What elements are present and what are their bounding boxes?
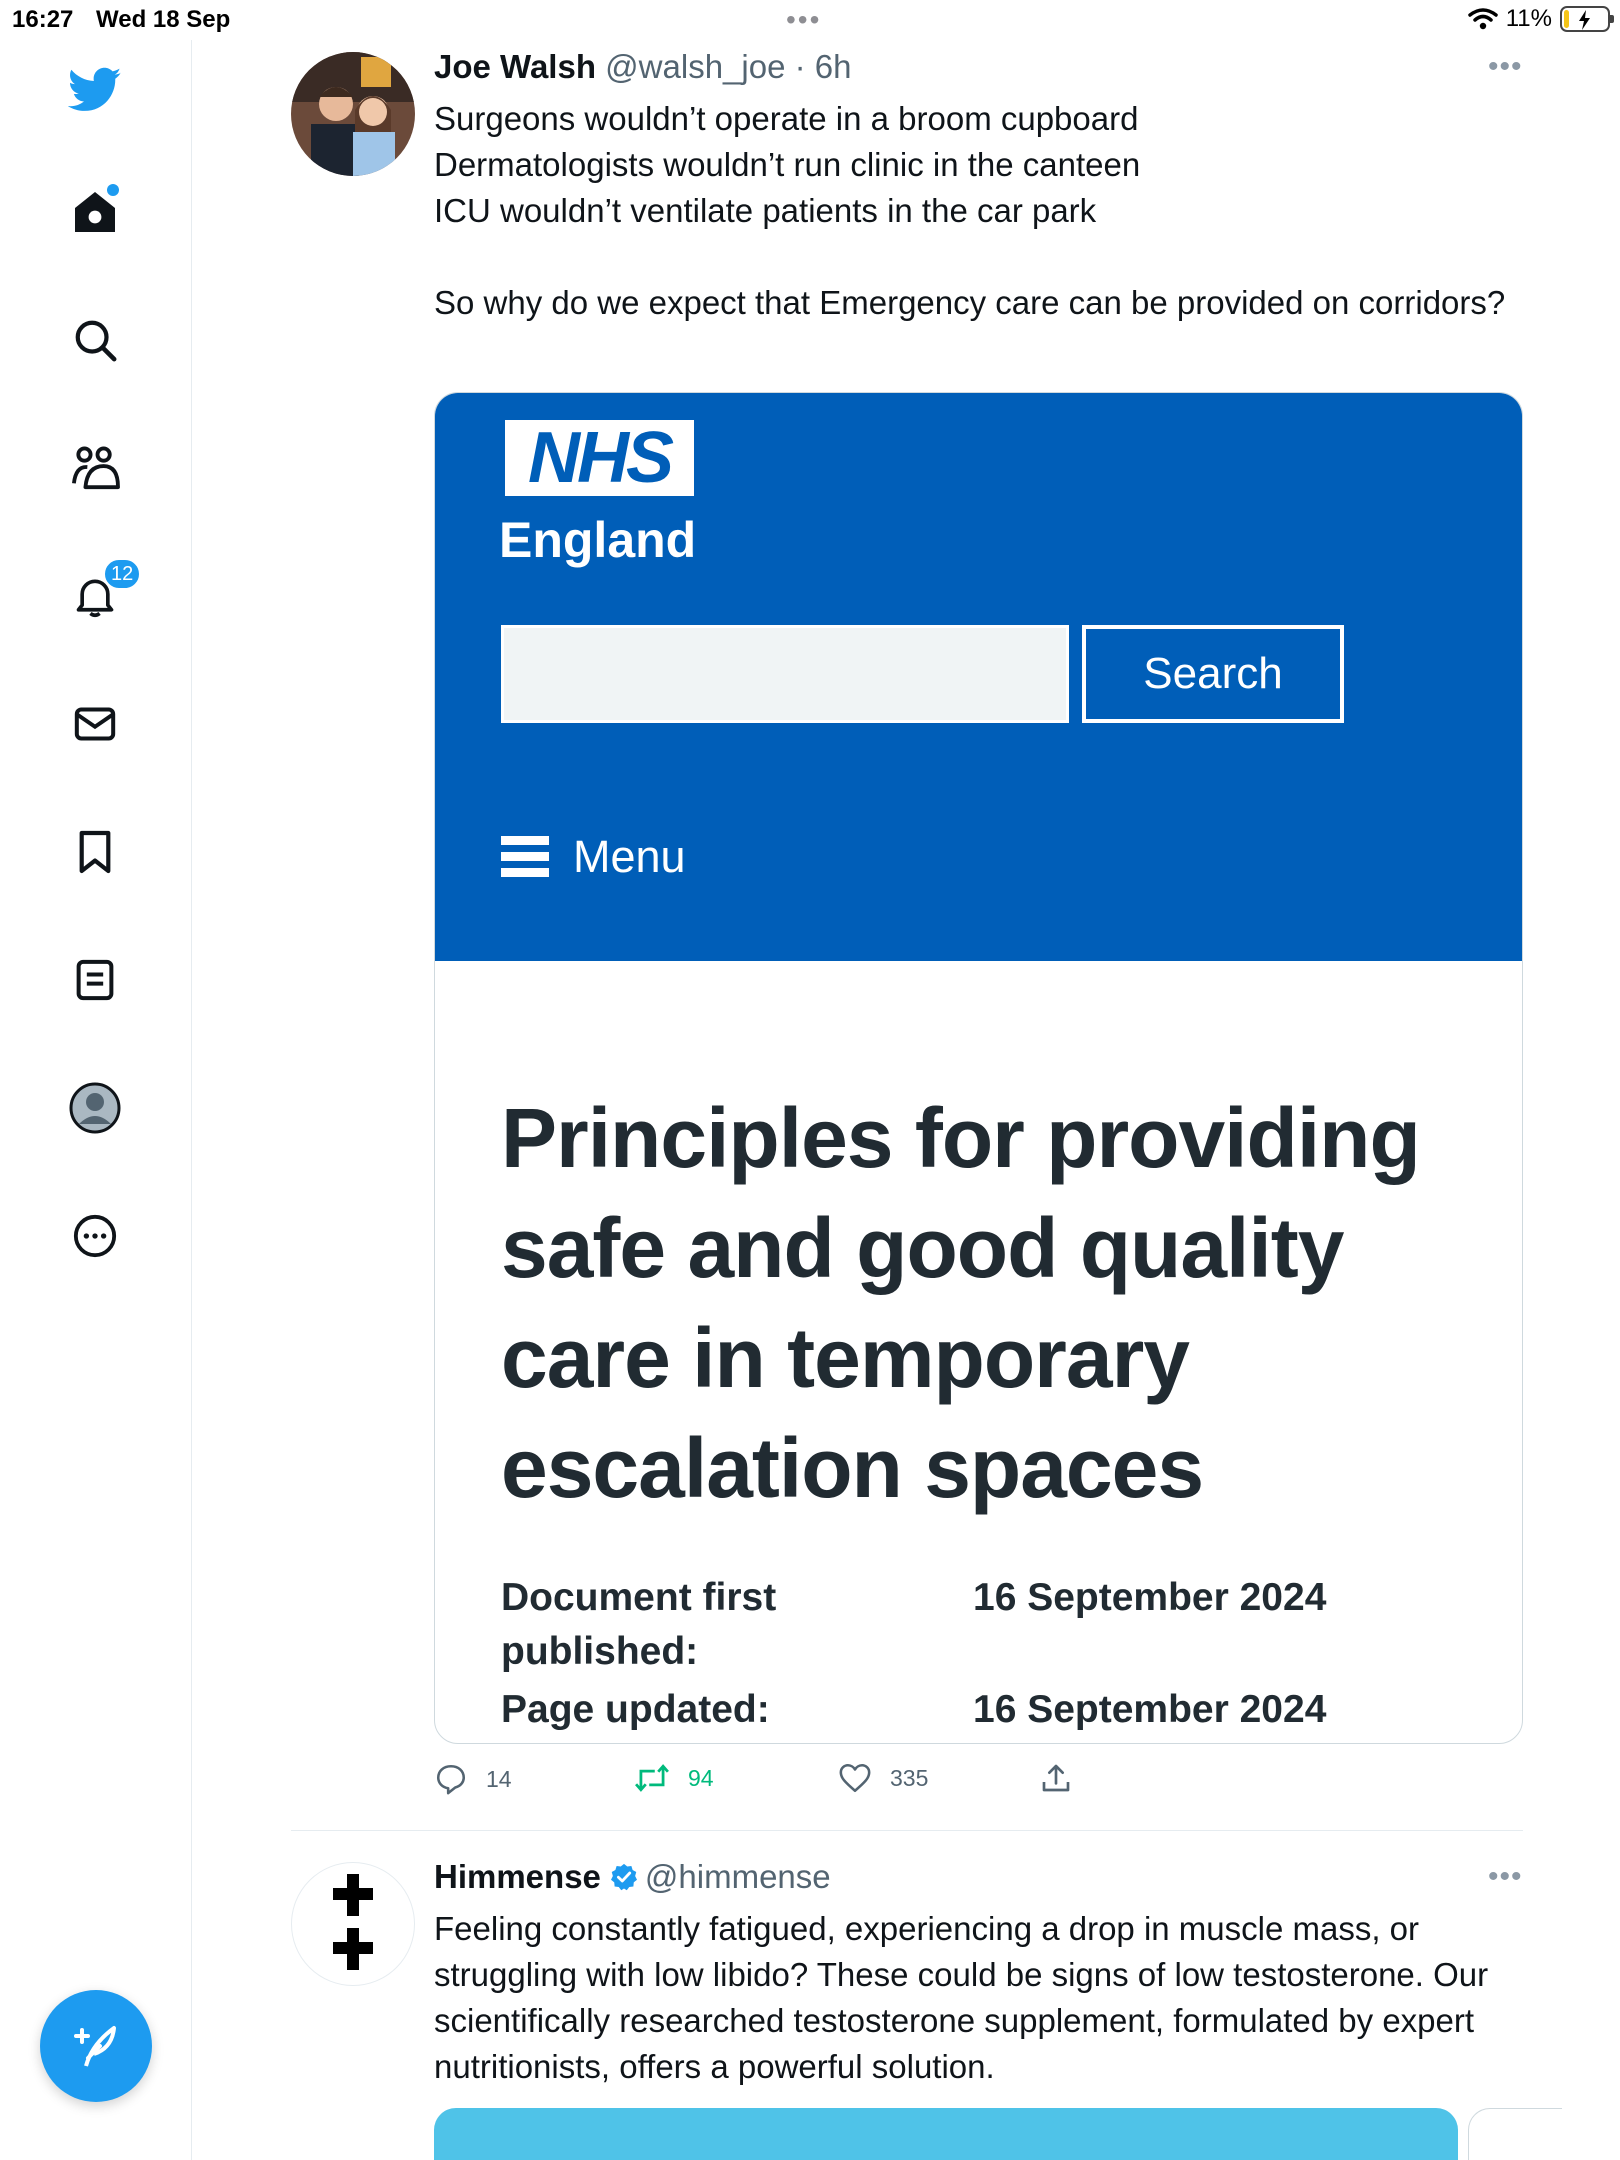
tweet-header: Joe Walsh @walsh_joe · 6h — [434, 48, 851, 86]
tweet-time[interactable]: · 6h — [785, 48, 852, 85]
retweet-icon — [635, 1764, 669, 1792]
sidebar: 12 — [0, 40, 192, 2160]
tweet-actions: 14 94 335 — [434, 1762, 1434, 1802]
bookmark-icon — [79, 830, 111, 874]
reply-count: 14 — [486, 1765, 512, 1792]
author-handle[interactable]: @walsh_joe — [605, 48, 785, 85]
sidebar-item-home[interactable] — [63, 180, 127, 244]
tweet-more-icon[interactable]: ••• — [1488, 50, 1523, 84]
sidebar-item-lists[interactable] — [63, 948, 127, 1012]
notification-count-badge: 12 — [103, 558, 142, 590]
compose-feather-icon — [74, 2026, 116, 2067]
tweet-media[interactable] — [434, 2108, 1458, 2160]
author-name[interactable]: Himmense — [434, 1858, 601, 1895]
search-icon — [75, 320, 117, 362]
meta-label-updated: Page updated: — [501, 1688, 770, 1731]
multitasking-dots-icon[interactable]: ••• — [786, 4, 821, 36]
list-icon — [76, 959, 114, 1001]
himmense-logo-icon — [333, 1874, 373, 1970]
battery-percent: 11% — [1505, 5, 1552, 32]
nhs-org-name: England — [499, 512, 697, 568]
sidebar-item-explore[interactable] — [63, 308, 127, 372]
meta-value-published: 16 September 2024 — [973, 1576, 1327, 1619]
sidebar-item-notifications[interactable]: 12 — [63, 558, 142, 628]
people-icon — [72, 446, 120, 490]
nhs-menu: Menu — [501, 831, 686, 883]
sidebar-item-more[interactable] — [63, 1204, 127, 1268]
heart-icon — [839, 1763, 871, 1793]
sidebar-item-messages[interactable] — [63, 692, 127, 756]
compose-tweet-button[interactable] — [40, 1990, 152, 2102]
image-card[interactable]: NHS England Search Menu Principles for p… — [434, 392, 1523, 1744]
status-bar: 16:27 Wed 18 Sep ••• 11% — [0, 0, 1620, 40]
tweet-media-secondary[interactable] — [1468, 2108, 1562, 2160]
profile-icon — [69, 1082, 121, 1134]
nhs-search-button: Search — [1082, 625, 1344, 723]
avatar[interactable] — [291, 52, 415, 176]
sidebar-item-communities[interactable] — [63, 436, 127, 500]
tweet-header: Himmense @himmense — [434, 1858, 831, 1896]
tweet-divider — [291, 1830, 1523, 1831]
sidebar-item-bookmarks[interactable] — [63, 820, 127, 884]
author-handle[interactable]: @himmense — [645, 1858, 831, 1895]
share-button[interactable] — [1040, 1762, 1072, 1794]
retweet-count: 94 — [688, 1764, 714, 1791]
author-name[interactable]: Joe Walsh — [434, 48, 596, 85]
status-date: Wed 18 Sep — [96, 6, 231, 33]
share-icon — [1042, 1764, 1070, 1792]
nhs-header: NHS England Search Menu — [435, 393, 1522, 961]
nhs-menu-label: Menu — [573, 831, 686, 882]
home-unread-dot — [107, 184, 119, 196]
hamburger-icon — [501, 836, 549, 877]
twitter-logo-icon[interactable] — [63, 58, 127, 122]
tweet-more-icon[interactable]: ••• — [1488, 1860, 1523, 1894]
like-button[interactable]: 335 — [838, 1762, 928, 1794]
verified-badge-icon — [610, 1863, 637, 1891]
retweet-button[interactable]: 94 — [634, 1762, 714, 1794]
status-right: 11% — [1467, 5, 1614, 33]
mail-icon — [74, 707, 116, 741]
battery-icon — [1560, 6, 1614, 32]
sidebar-item-profile[interactable] — [63, 1076, 127, 1140]
meta-value-updated: 16 September 2024 — [973, 1688, 1327, 1731]
nhs-logo: NHS — [505, 420, 694, 496]
more-circle-icon — [73, 1214, 117, 1258]
wifi-icon — [1467, 8, 1498, 30]
reply-button[interactable]: 14 — [434, 1762, 512, 1796]
reply-icon — [436, 1764, 466, 1795]
avatar[interactable] — [291, 1862, 415, 1986]
status-time: 16:27 — [12, 6, 74, 33]
meta-label-published: Document first published: — [501, 1576, 777, 1673]
tweet-text: Surgeons wouldn’t operate in a broom cup… — [434, 100, 1506, 321]
like-count: 335 — [890, 1764, 929, 1791]
document-title: Principles for providing safe and good q… — [501, 1091, 1421, 1515]
tweet-text: Feeling constantly fatigued, experiencin… — [434, 1910, 1489, 2085]
nhs-search-input — [501, 625, 1069, 723]
